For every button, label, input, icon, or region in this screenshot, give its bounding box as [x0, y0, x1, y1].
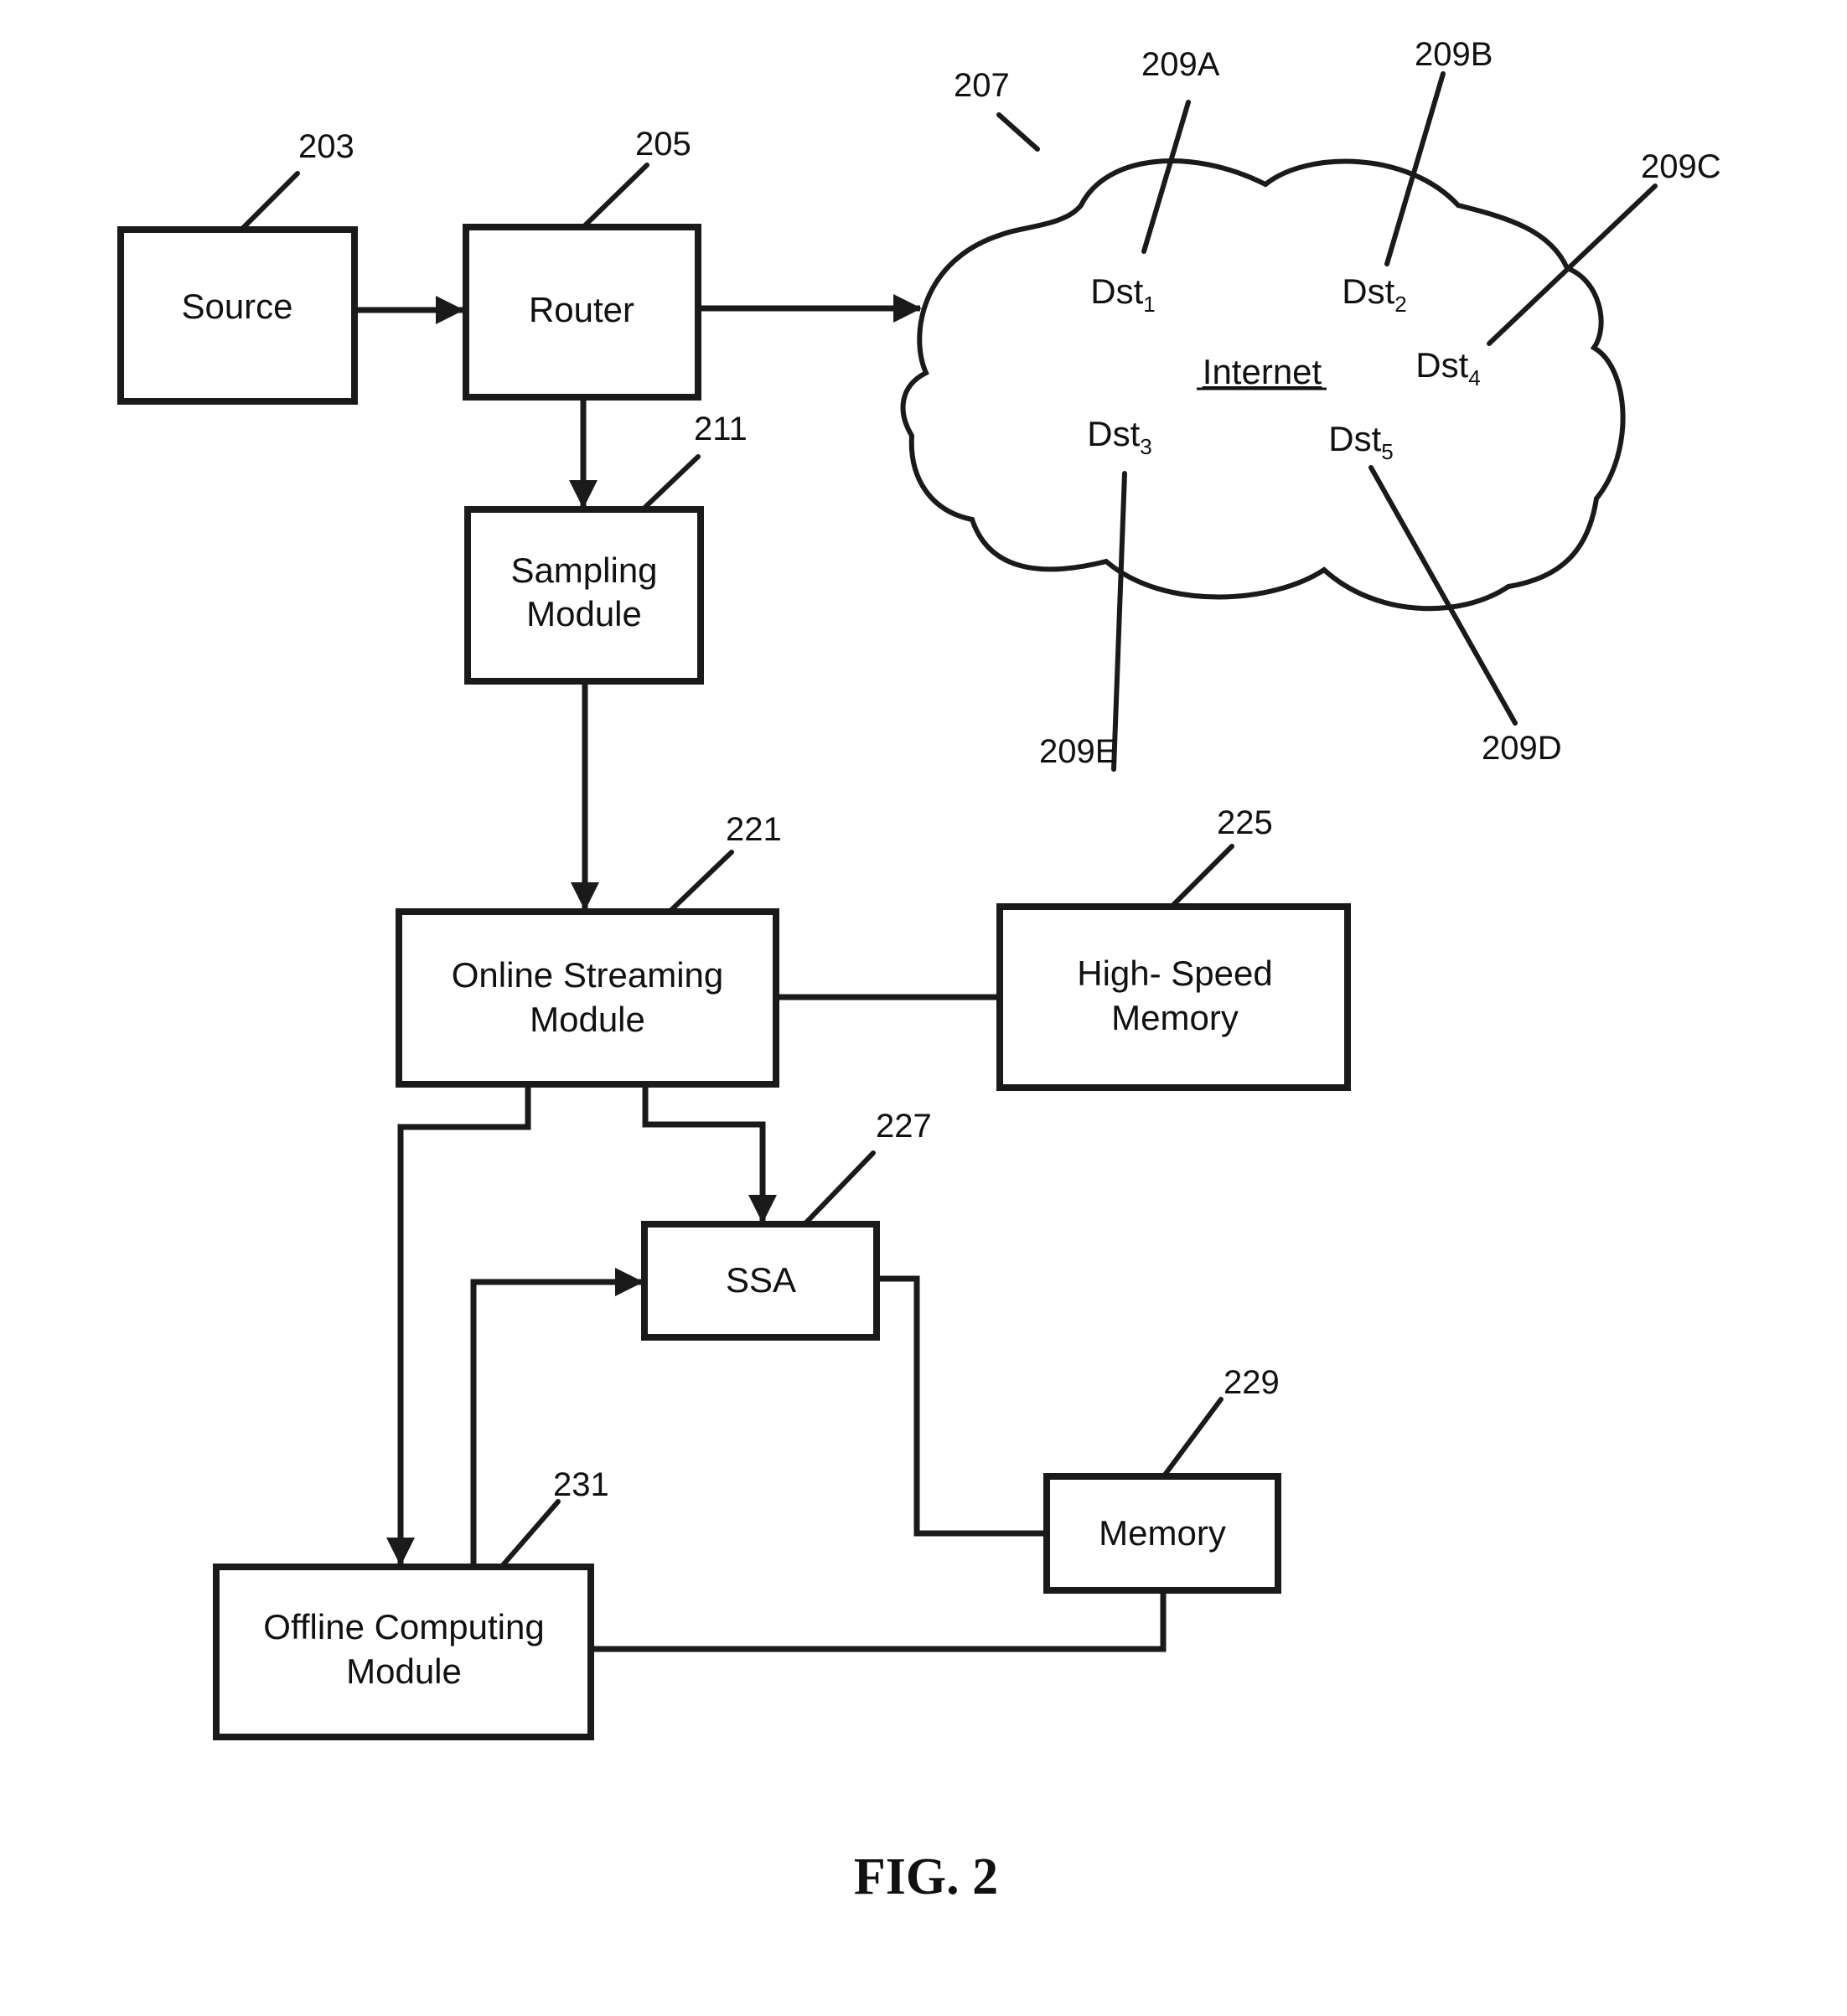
ref-227: 227: [876, 1108, 932, 1145]
leader-211: [641, 454, 701, 511]
ref-225: 225: [1217, 804, 1273, 841]
leader-205: [582, 163, 649, 229]
leader-203: [241, 171, 300, 230]
leader-231: [500, 1499, 561, 1568]
ref-209a: 209A: [1141, 46, 1220, 83]
edge-memory-offline: [591, 1590, 1167, 1652]
ref-229: 229: [1224, 1364, 1280, 1401]
ref-205: 205: [635, 126, 691, 163]
figure-caption: FIG. 2: [854, 1848, 998, 1905]
online-streaming-module-box: [396, 908, 779, 1088]
edge-online-offline: [386, 1084, 531, 1566]
ref-203: 203: [298, 128, 354, 165]
router-label: Router: [529, 290, 634, 329]
ref-207: 207: [954, 67, 1010, 104]
ref-209d: 209D: [1482, 730, 1562, 767]
edge-online-ssa: [642, 1084, 777, 1223]
high-speed-memory-box: [996, 903, 1351, 1091]
leader-207: [996, 112, 1040, 152]
leader-227: [804, 1150, 876, 1225]
ref-209b: 209B: [1415, 36, 1493, 73]
system-diagram: Source Router Sampling Module Online Stre…: [117, 36, 1721, 1905]
edge-ssa-memory: [877, 1275, 1047, 1537]
ref-231: 231: [553, 1466, 609, 1503]
source-label: Source: [181, 287, 292, 326]
ref-209e: 209E: [1039, 733, 1117, 770]
ref-211: 211: [694, 411, 748, 447]
leader-221: [668, 850, 734, 913]
ssa-label: SSA: [726, 1260, 796, 1300]
leader-225: [1171, 844, 1234, 907]
edge-offline-ssa: [470, 1268, 644, 1567]
internet-label: Internet: [1203, 352, 1322, 391]
memory-label: Memory: [1099, 1513, 1226, 1553]
ref-209c: 209C: [1641, 148, 1721, 185]
leader-229: [1162, 1397, 1224, 1477]
ref-221: 221: [726, 811, 782, 848]
